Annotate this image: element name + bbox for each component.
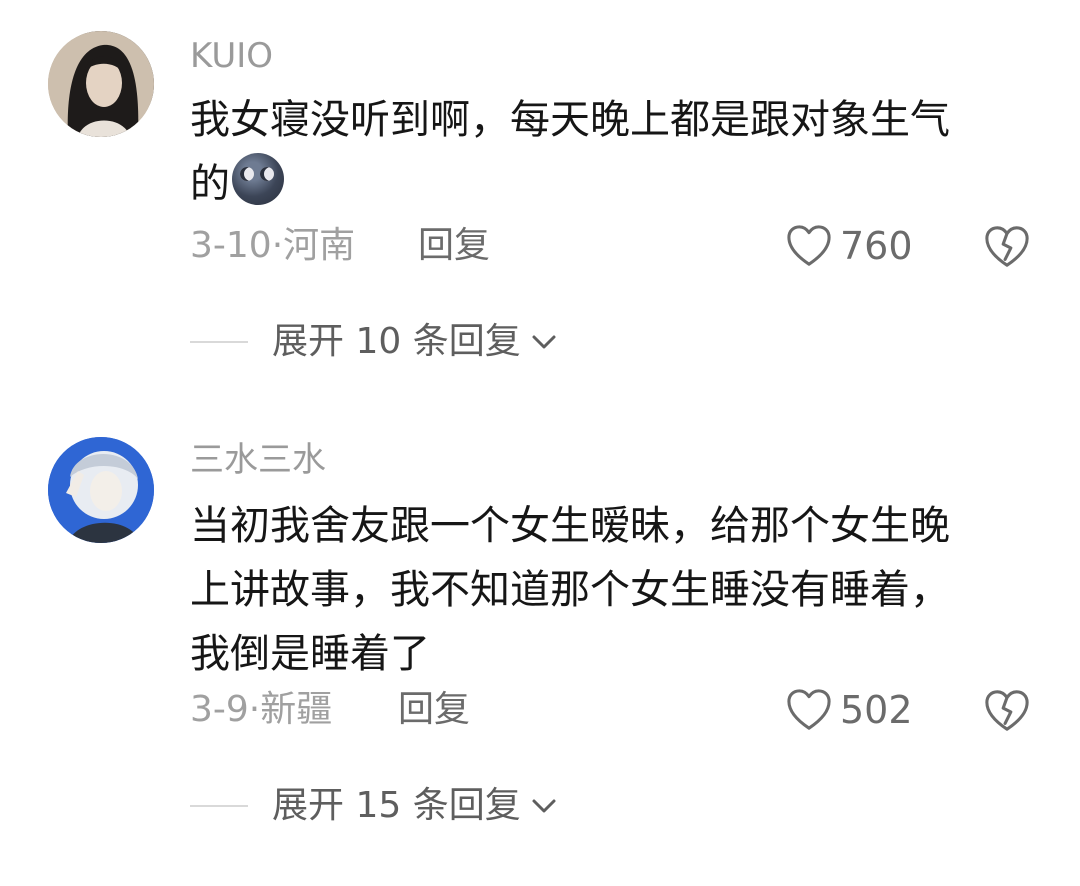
username[interactable]: KUIO: [190, 36, 273, 76]
like-button[interactable]: 760: [786, 224, 913, 268]
comment-text: 我女寝没听到啊，每天晚上都是跟对象生气 的: [190, 88, 1050, 216]
heart-icon: [787, 225, 831, 266]
reply-button[interactable]: 回复: [398, 690, 470, 730]
expand-replies-label: 展开 10 条回复: [272, 321, 521, 362]
reply-button[interactable]: 回复: [418, 226, 490, 266]
comment-meta: 3-10·河南: [190, 225, 356, 266]
dislike-button[interactable]: [984, 224, 1030, 270]
divider-line: [190, 341, 248, 343]
avatar[interactable]: [48, 437, 154, 543]
broken-heart-icon: [985, 690, 1029, 731]
chevron-down-icon: [532, 799, 556, 813]
broken-heart-icon: [985, 226, 1029, 267]
divider-line: [190, 805, 248, 807]
avatar[interactable]: [48, 31, 154, 137]
expand-replies-button[interactable]: 展开 10 条回复: [190, 320, 559, 364]
like-button[interactable]: 502: [786, 688, 913, 732]
comment-text: 当初我舍友跟一个女生暧昧，给那个女生晚 上讲故事，我不知道那个女生睡没有睡着， …: [190, 503, 950, 677]
like-count: 502: [840, 688, 913, 732]
like-count: 760: [840, 224, 913, 268]
expand-replies-button[interactable]: 展开 15 条回复: [190, 784, 559, 828]
expand-replies-label: 展开 15 条回复: [272, 785, 521, 826]
new-moon-face-icon: [232, 153, 284, 205]
chevron-down-icon: [532, 335, 556, 349]
comment-meta: 3-9·新疆: [190, 689, 333, 730]
dislike-button[interactable]: [984, 688, 1030, 734]
comment-text-content: 我女寝没听到啊，每天晚上都是跟对象生气 的: [190, 97, 950, 207]
heart-icon: [787, 689, 831, 730]
username[interactable]: 三水三水: [190, 440, 326, 480]
